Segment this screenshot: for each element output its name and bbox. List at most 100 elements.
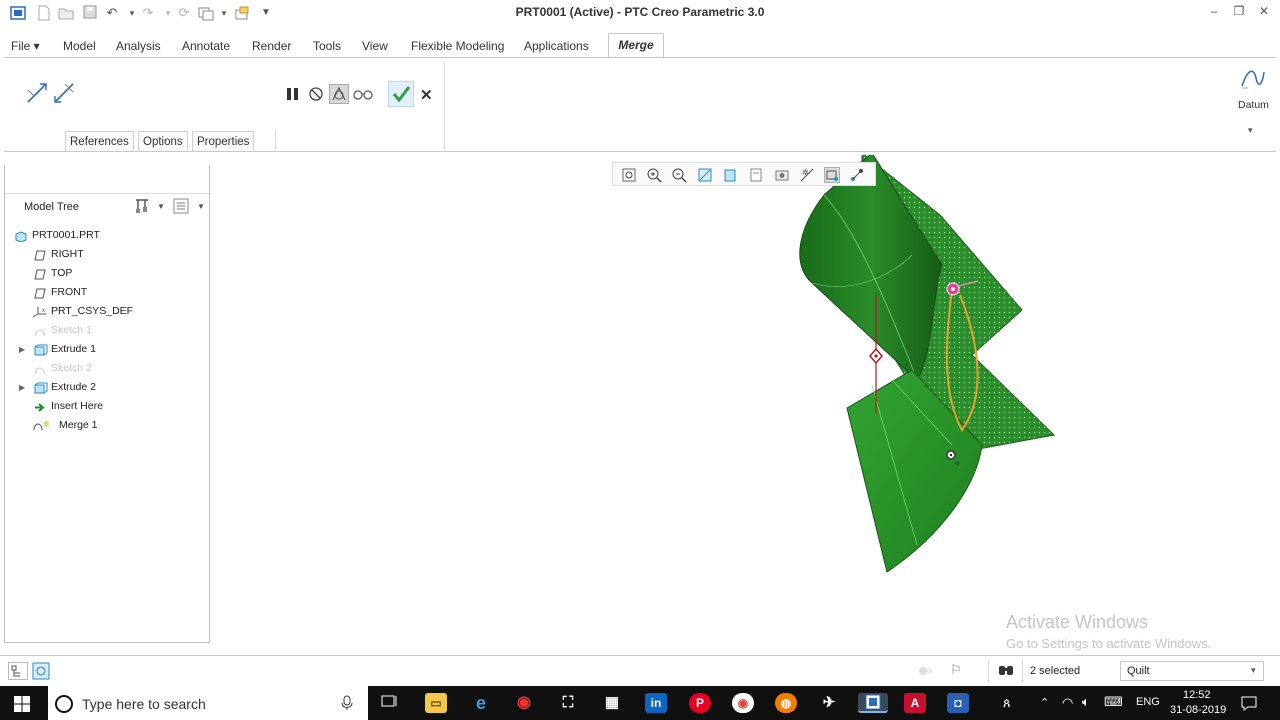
ok-button[interactable] bbox=[388, 81, 414, 107]
notifications-icon[interactable] bbox=[1240, 694, 1258, 715]
tree-item-sketch-1[interactable]: Sketch 1 bbox=[5, 321, 205, 340]
linkedin-icon[interactable]: in bbox=[645, 693, 667, 713]
svg-text:✲: ✲ bbox=[802, 168, 809, 177]
tab-annotate[interactable]: Annotate bbox=[182, 39, 230, 53]
close-button[interactable]: ✕ bbox=[1255, 4, 1273, 20]
repaint-icon[interactable] bbox=[697, 167, 713, 183]
cylindrical-surface[interactable] bbox=[799, 155, 943, 381]
toggle-navigator-icon[interactable] bbox=[8, 662, 28, 680]
restore-button[interactable]: ❐ bbox=[1230, 4, 1248, 20]
glasses-preview-icon[interactable] bbox=[353, 86, 373, 105]
show-dropdown-icon[interactable]: ▼ bbox=[197, 202, 205, 211]
show-menu-icon[interactable] bbox=[173, 198, 189, 217]
tab-properties[interactable]: Properties bbox=[192, 131, 255, 151]
tab-options[interactable]: Options bbox=[138, 131, 188, 151]
tab-tools[interactable]: Tools bbox=[313, 39, 341, 53]
ribbon-divider bbox=[444, 62, 445, 151]
graphics-window[interactable]: ℴ bbox=[212, 155, 1276, 650]
tab-render[interactable]: Render bbox=[252, 39, 291, 53]
tree-item-extrude-1[interactable]: ▶ Extrude 1 bbox=[5, 340, 205, 359]
find-binoculars-icon[interactable] bbox=[998, 663, 1014, 680]
extrude-icon bbox=[34, 382, 48, 394]
tree-item-sketch-2[interactable]: Sketch 2 bbox=[5, 359, 205, 378]
datum-label[interactable]: Datum bbox=[1238, 99, 1269, 111]
verify-mode-icon[interactable] bbox=[329, 84, 349, 104]
tree-item-prt0001[interactable]: PRT0001.PRT bbox=[5, 226, 205, 245]
browser-toggle-icon[interactable] bbox=[32, 662, 50, 683]
datum-icon[interactable] bbox=[1240, 66, 1266, 95]
tool-app-icon[interactable]: ✈ bbox=[818, 693, 840, 713]
saved-orientations-icon[interactable] bbox=[748, 167, 764, 183]
tree-settings-icon[interactable] bbox=[133, 197, 151, 218]
zoom-out-icon[interactable] bbox=[671, 167, 687, 183]
tree-item-merge-1[interactable]: ✲ Merge 1 bbox=[5, 416, 205, 435]
refit-icon[interactable] bbox=[621, 167, 637, 183]
autocad-icon[interactable]: A bbox=[904, 693, 926, 713]
media-app-icon[interactable]: ◉ bbox=[513, 693, 535, 713]
chrome-icon[interactable]: ◉ bbox=[732, 693, 754, 713]
clock-time[interactable]: 12:52 bbox=[1183, 689, 1211, 701]
pause-icon[interactable] bbox=[285, 86, 301, 105]
zoom-in-icon[interactable] bbox=[646, 167, 662, 183]
csys-icon: x bbox=[32, 306, 48, 318]
taskbar-search-box[interactable]: Type here to search bbox=[48, 686, 368, 720]
store-icon[interactable]: ⛶ bbox=[557, 693, 579, 713]
tree-item-front[interactable]: FRONT bbox=[5, 283, 205, 302]
windows-taskbar: Type here to search ▭ e ◉ ⛶ ▦ in P ◉ ◍ ✈… bbox=[0, 686, 1280, 720]
calculator-icon[interactable]: ▦ bbox=[601, 693, 623, 713]
activation-watermark-title: Activate Windows bbox=[1006, 612, 1149, 632]
tree-item-top[interactable]: TOP bbox=[5, 264, 205, 283]
display-style-icon[interactable] bbox=[722, 167, 738, 183]
tab-flexible-modeling[interactable]: Flexible Modeling bbox=[411, 39, 504, 53]
firefox-icon[interactable]: ◍ bbox=[775, 693, 797, 713]
tree-item-extrude-2[interactable]: ▶ Extrude 2 bbox=[5, 378, 205, 397]
pinterest-icon[interactable]: P bbox=[689, 693, 711, 713]
model-tree-header: Model Tree ▼ ▼ bbox=[5, 193, 209, 219]
tree-item-prt-csys-def[interactable]: x PRT_CSYS_DEF bbox=[5, 302, 205, 321]
tab-analysis[interactable]: Analysis bbox=[116, 39, 161, 53]
creo-taskbar-icon[interactable] bbox=[858, 693, 888, 713]
datum-display-icon[interactable]: ✲ bbox=[799, 167, 815, 183]
tray-expand-icon[interactable]: ⌃ bbox=[1040, 696, 1049, 709]
tab-references[interactable]: References bbox=[65, 131, 134, 151]
annotation-display-icon[interactable] bbox=[849, 167, 865, 183]
tab-view[interactable]: View bbox=[362, 39, 388, 53]
tab-merge[interactable]: Merge bbox=[608, 33, 664, 57]
expand-arrow-icon[interactable]: ▶ bbox=[19, 378, 25, 397]
ribbon-divider bbox=[275, 131, 276, 151]
tab-file[interactable]: File ▾ bbox=[11, 39, 40, 53]
selection-filter-select[interactable]: Quilt ▾ bbox=[1120, 661, 1264, 681]
cancel-button[interactable]: ✕ bbox=[420, 86, 433, 104]
tab-applications[interactable]: Applications bbox=[524, 39, 589, 53]
people-icon[interactable]: ጰ bbox=[1003, 695, 1011, 711]
flag-icon[interactable]: ⚐ bbox=[950, 662, 962, 678]
tree-settings-dropdown-icon[interactable]: ▼ bbox=[157, 202, 165, 211]
file-explorer-icon[interactable]: ▭ bbox=[425, 693, 447, 713]
windows-start-icon[interactable] bbox=[13, 695, 31, 716]
selection-count: 2 selected bbox=[1030, 665, 1081, 677]
datum-plane-icon bbox=[34, 249, 46, 261]
sketch-icon bbox=[34, 325, 46, 337]
edge-browser-icon[interactable]: e bbox=[470, 693, 492, 713]
spin-center-icon[interactable] bbox=[824, 167, 840, 183]
wifi-icon[interactable]: ◠ bbox=[1062, 695, 1073, 711]
tab-model[interactable]: Model bbox=[63, 39, 96, 53]
view-manager-icon[interactable] bbox=[774, 167, 790, 183]
language-indicator[interactable]: ENG bbox=[1136, 696, 1160, 708]
microphone-icon[interactable] bbox=[341, 695, 353, 714]
keep-first-quilt-icon[interactable] bbox=[26, 82, 48, 107]
volume-icon[interactable]: 🔈︎ bbox=[1082, 694, 1090, 710]
expand-arrow-icon[interactable]: ▶ bbox=[19, 340, 25, 359]
svg-text:ℴ: ℴ bbox=[955, 458, 959, 468]
datum-dropdown-icon[interactable]: ▾ bbox=[1248, 125, 1253, 136]
no-preview-icon[interactable] bbox=[308, 86, 324, 105]
recorder-icon[interactable]: ◘ bbox=[947, 693, 969, 713]
tree-item-insert-here[interactable]: Insert Here bbox=[5, 397, 205, 416]
minimize-button[interactable]: – bbox=[1205, 4, 1223, 20]
clock-date[interactable]: 31-08-2019 bbox=[1170, 704, 1226, 716]
status-divider bbox=[1022, 660, 1023, 682]
task-view-icon[interactable] bbox=[379, 693, 401, 713]
tree-item-right[interactable]: RIGHT bbox=[5, 245, 205, 264]
keep-second-quilt-icon[interactable] bbox=[53, 82, 75, 107]
keyboard-icon[interactable]: ⌨ bbox=[1104, 694, 1123, 710]
